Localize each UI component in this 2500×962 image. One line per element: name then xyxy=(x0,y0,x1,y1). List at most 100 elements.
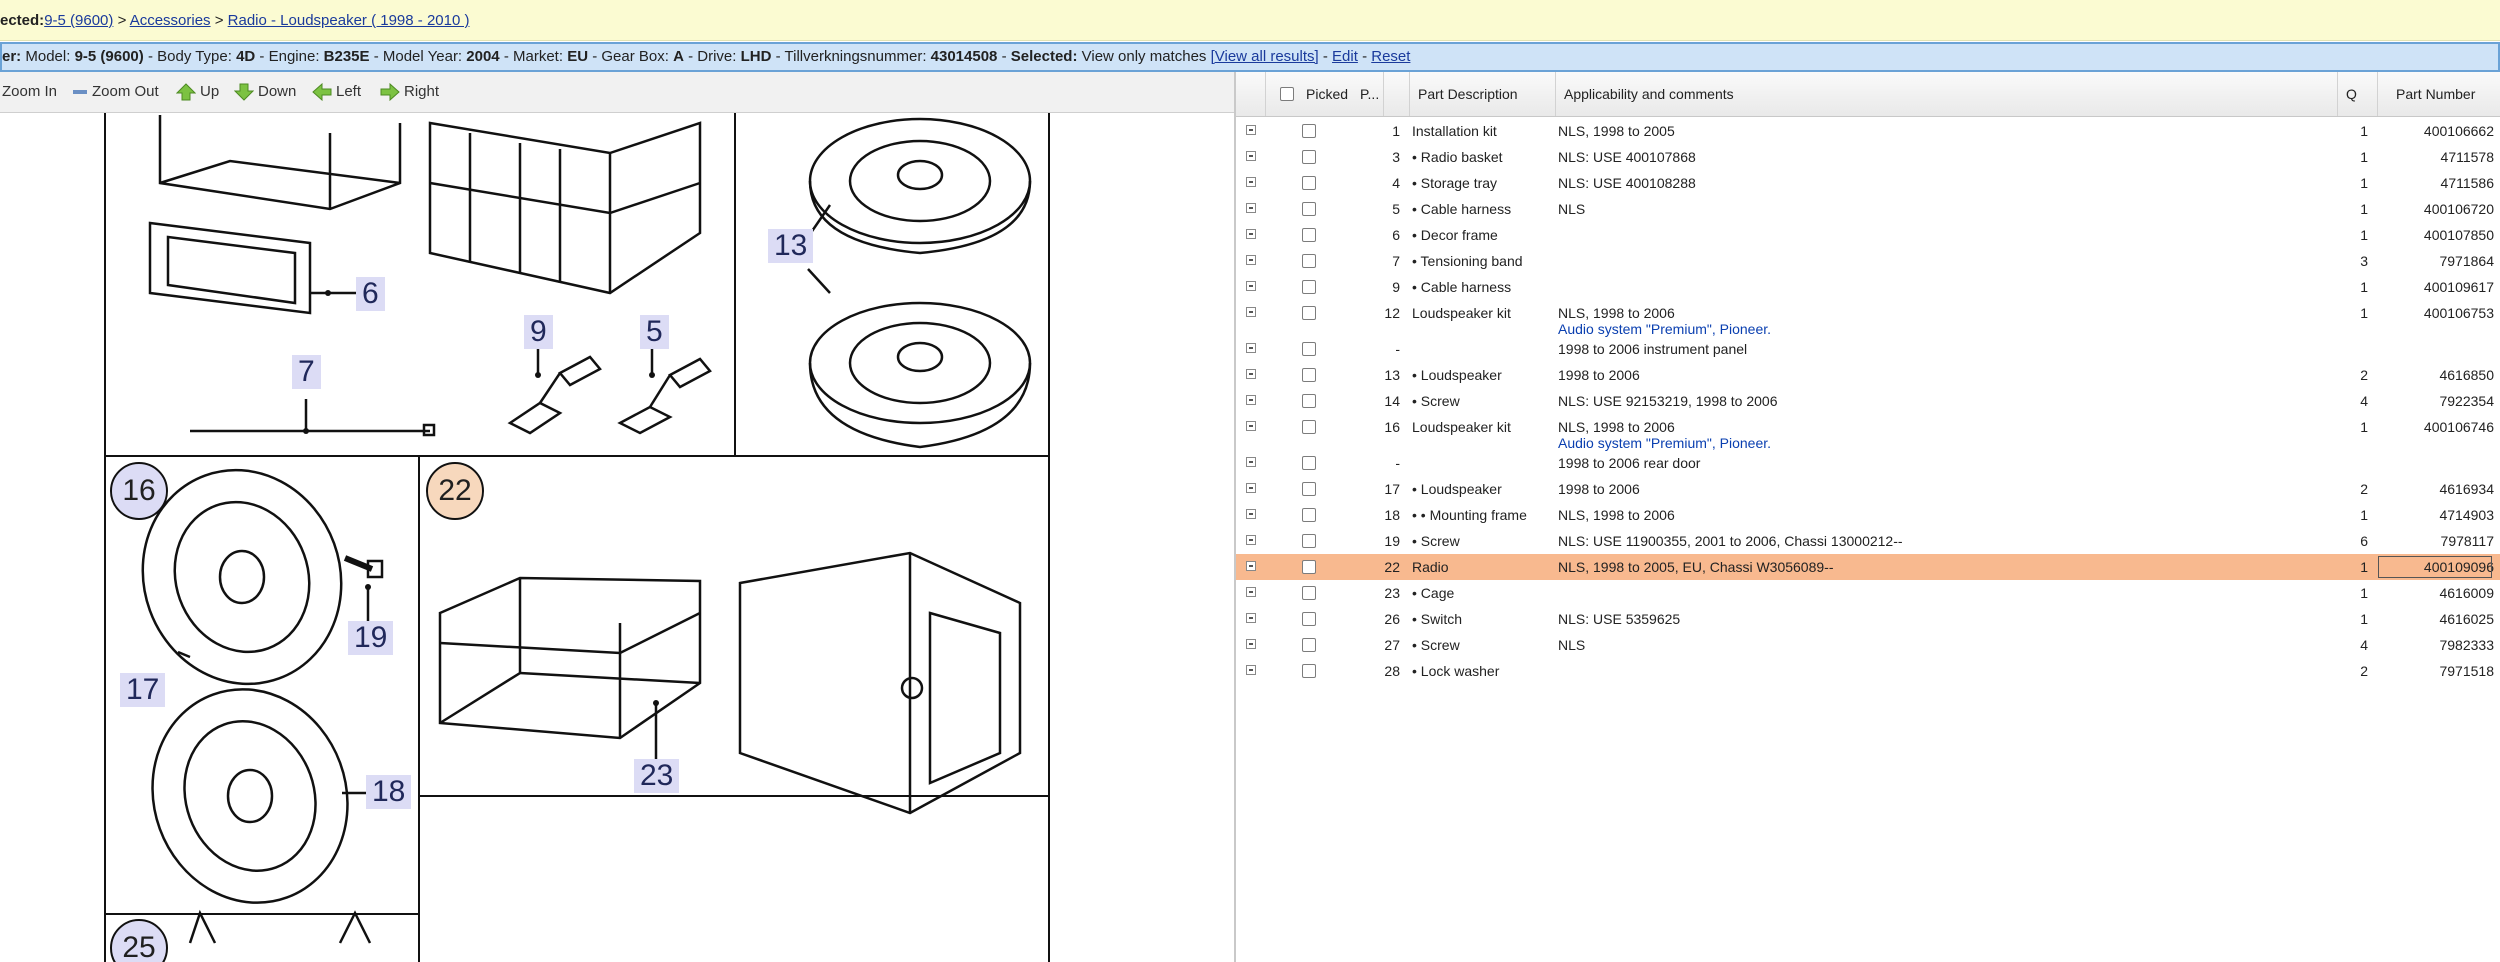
cell-quantity: 1 xyxy=(2360,123,2368,139)
table-row[interactable]: 14 • Screw NLS: USE 92153219, 1998 to 2006… xyxy=(1236,388,2500,414)
expand-row-icon[interactable] xyxy=(1246,457,1256,467)
callout-6[interactable]: 6 xyxy=(356,277,385,311)
callout-23[interactable]: 23 xyxy=(634,759,680,793)
picked-checkbox[interactable] xyxy=(1302,394,1316,408)
expand-row-icon[interactable] xyxy=(1246,203,1256,213)
breadcrumb-link-radio-loudspeaker[interactable]: Radio - Loudspeaker ( 1998 - 2010 ) xyxy=(228,12,470,29)
filter-gear-value: A xyxy=(673,48,684,65)
picked-checkbox[interactable] xyxy=(1302,254,1316,268)
breadcrumb-link-model[interactable]: 9-5 (9600) xyxy=(44,12,113,29)
picked-checkbox[interactable] xyxy=(1302,586,1316,600)
picked-checkbox[interactable] xyxy=(1302,482,1316,496)
table-row[interactable]: 5 • Cable harness NLS 1 400106720 xyxy=(1236,196,2500,222)
expand-row-icon[interactable] xyxy=(1246,561,1256,571)
table-row[interactable]: 3 • Radio basket NLS: USE 400107868 1 471157… xyxy=(1236,144,2500,170)
expand-row-icon[interactable] xyxy=(1246,281,1256,291)
header-part-number[interactable]: Part Number xyxy=(2378,72,2500,116)
table-row[interactable]: 13 • Loudspeaker 1998 to 2006 2 4616850 xyxy=(1236,362,2500,388)
table-row[interactable]: 12 Loudspeaker kit NLS, 1998 to 2006 Audio … xyxy=(1236,300,2500,337)
zoom-in-button[interactable]: Zoom In xyxy=(2,72,57,112)
table-row[interactable]: 26 • Switch NLS: USE 5359625 1 4616025 xyxy=(1236,606,2500,632)
table-row[interactable]: 22 Radio NLS, 1998 to 2005, EU, Chassi W30… xyxy=(1236,554,2500,580)
picked-checkbox[interactable] xyxy=(1302,124,1316,138)
picked-checkbox[interactable] xyxy=(1302,150,1316,164)
callout-19[interactable]: 19 xyxy=(348,621,394,655)
expand-row-icon[interactable] xyxy=(1246,509,1256,519)
table-row[interactable]: 6 • Decor frame 1 400107850 xyxy=(1236,222,2500,248)
table-row[interactable]: - 1998 to 2006 rear door xyxy=(1236,450,2500,476)
callout-5[interactable]: 5 xyxy=(640,315,669,349)
pan-down-button[interactable]: Down xyxy=(233,72,296,112)
picked-checkbox[interactable] xyxy=(1302,306,1316,320)
expand-row-icon[interactable] xyxy=(1246,255,1256,265)
expand-row-icon[interactable] xyxy=(1246,369,1256,379)
expand-row-icon[interactable] xyxy=(1246,665,1256,675)
expand-row-icon[interactable] xyxy=(1246,639,1256,649)
header-position[interactable]: P... xyxy=(1352,72,1410,116)
picked-checkbox[interactable] xyxy=(1302,456,1316,470)
cell-position: 17 xyxy=(1384,481,1400,497)
picked-checkbox[interactable] xyxy=(1302,420,1316,434)
expand-row-icon[interactable] xyxy=(1246,483,1256,493)
expand-row-icon[interactable] xyxy=(1246,535,1256,545)
breadcrumb-link-accessories[interactable]: Accessories xyxy=(130,12,211,29)
callout-13[interactable]: 13 xyxy=(768,229,814,263)
cell-quantity: 1 xyxy=(2360,507,2368,523)
picked-checkbox[interactable] xyxy=(1302,638,1316,652)
pan-up-button[interactable]: Up xyxy=(175,72,219,112)
table-row[interactable]: 1 Installation kit NLS, 1998 to 2005 1 40010… xyxy=(1236,118,2500,144)
pan-left-button[interactable]: Left xyxy=(312,72,361,112)
table-row[interactable]: 19 • Screw NLS: USE 11900355, 2001 to 2006… xyxy=(1236,528,2500,554)
callout-18[interactable]: 18 xyxy=(366,775,412,809)
picked-checkbox[interactable] xyxy=(1302,664,1316,678)
cell-applicability: NLS: USE 92153219, 1998 to 2006 xyxy=(1558,393,1778,409)
expand-row-icon[interactable] xyxy=(1246,125,1256,135)
picked-checkbox[interactable] xyxy=(1302,508,1316,522)
view-all-results-link[interactable]: [View all results] xyxy=(1211,48,1319,65)
picked-checkbox[interactable] xyxy=(1302,280,1316,294)
table-row[interactable]: 4 • Storage tray NLS: USE 400108288 1 471158… xyxy=(1236,170,2500,196)
expand-row-icon[interactable] xyxy=(1246,177,1256,187)
table-row[interactable]: 28 • Lock washer 2 7971518 xyxy=(1236,658,2500,684)
table-row[interactable]: 7 • Tensioning band 3 7971864 xyxy=(1236,248,2500,274)
expand-row-icon[interactable] xyxy=(1246,613,1256,623)
picked-checkbox[interactable] xyxy=(1302,612,1316,626)
header-part-description[interactable]: Part Description xyxy=(1410,72,1556,116)
picked-checkbox[interactable] xyxy=(1302,368,1316,382)
expand-row-icon[interactable] xyxy=(1246,151,1256,161)
callout-circle-22[interactable]: 22 xyxy=(426,462,484,520)
table-row[interactable]: 23 • Cage 1 4616009 xyxy=(1236,580,2500,606)
exploded-diagram-pane[interactable]: 13 6 9 5 7 19 17 18 23 16 22 25 xyxy=(0,113,1234,962)
header-quantity[interactable]: Q xyxy=(2338,72,2378,116)
callout-9[interactable]: 9 xyxy=(524,315,553,349)
table-row[interactable]: 16 Loudspeaker kit NLS, 1998 to 2006 Audio … xyxy=(1236,414,2500,451)
expand-row-icon[interactable] xyxy=(1246,587,1256,597)
picked-checkbox[interactable] xyxy=(1302,342,1316,356)
reset-link[interactable]: Reset xyxy=(1371,48,1410,65)
edit-link[interactable]: Edit xyxy=(1332,48,1358,65)
expand-row-icon[interactable] xyxy=(1246,343,1256,353)
picked-checkbox[interactable] xyxy=(1302,228,1316,242)
callout-circle-16[interactable]: 16 xyxy=(110,462,168,520)
table-row[interactable]: 9 • Cable harness 1 400109617 xyxy=(1236,274,2500,300)
cell-position: 3 xyxy=(1392,149,1400,165)
select-all-checkbox[interactable] xyxy=(1280,87,1294,101)
table-row[interactable]: - 1998 to 2006 instrument panel xyxy=(1236,336,2500,362)
expand-row-icon[interactable] xyxy=(1246,307,1256,317)
picked-checkbox[interactable] xyxy=(1302,560,1316,574)
expand-row-icon[interactable] xyxy=(1246,421,1256,431)
callout-7[interactable]: 7 xyxy=(292,355,321,389)
table-row[interactable]: 17 • Loudspeaker 1998 to 2006 2 4616934 xyxy=(1236,476,2500,502)
zoom-out-button[interactable]: Zoom Out xyxy=(72,72,159,112)
expand-row-icon[interactable] xyxy=(1246,229,1256,239)
table-row[interactable]: 18 • • Mounting frame NLS, 1998 to 2006 1 47… xyxy=(1236,502,2500,528)
expand-row-icon[interactable] xyxy=(1246,395,1256,405)
table-row[interactable]: 27 • Screw NLS 4 7982333 xyxy=(1236,632,2500,658)
callout-17[interactable]: 17 xyxy=(120,673,166,707)
pan-right-button[interactable]: Right xyxy=(380,72,439,112)
picked-checkbox[interactable] xyxy=(1302,202,1316,216)
picked-checkbox[interactable] xyxy=(1302,534,1316,548)
picked-checkbox[interactable] xyxy=(1302,176,1316,190)
cell-applicability: NLS: USE 400107868 xyxy=(1558,149,1696,165)
header-applicability[interactable]: Applicability and comments xyxy=(1556,72,2338,116)
